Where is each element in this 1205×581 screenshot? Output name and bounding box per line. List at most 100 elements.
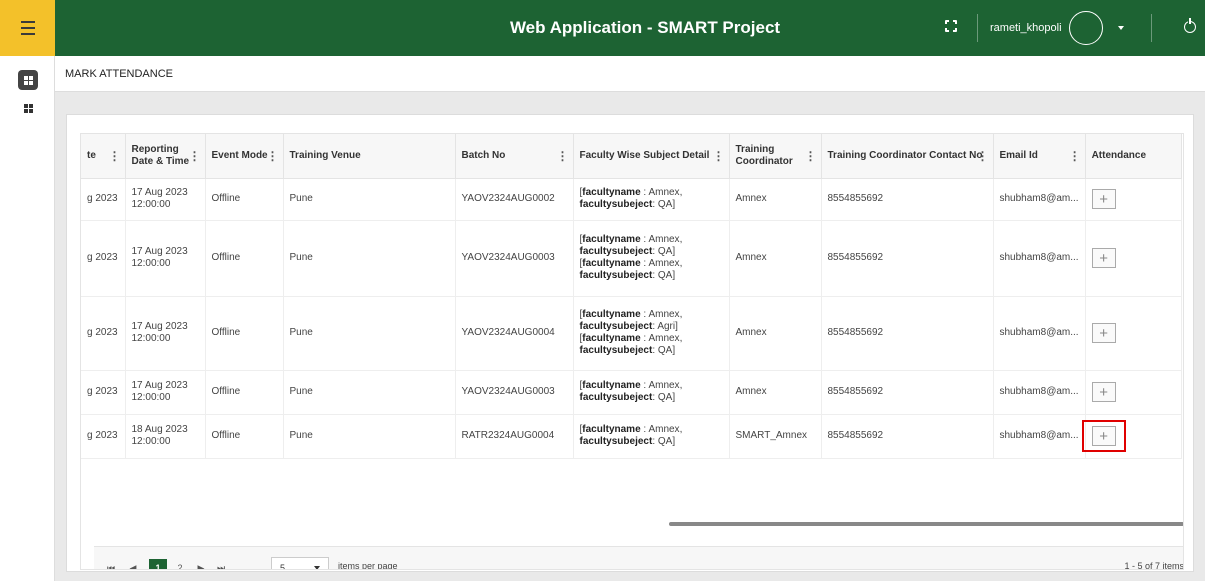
table-row: g 2023 17 Aug 2023 12:00:00 Offline Pune YAO… xyxy=(81,296,1182,371)
coordinator-cell: Amnex xyxy=(729,178,822,221)
venue-cell: Pune xyxy=(283,296,456,371)
username-label[interactable]: rameti_khopoli xyxy=(990,0,1062,56)
power-icon[interactable] xyxy=(1184,18,1196,33)
col-contact-header[interactable]: Training Coordinator Contact No ⋮ xyxy=(821,134,994,179)
contact-cell: 8554855692 xyxy=(821,414,994,459)
mark-attendance-button[interactable]: + xyxy=(1091,426,1116,446)
col-batch-header[interactable]: Batch No ⋮ xyxy=(455,134,574,179)
column-menu-icon[interactable]: ⋮ xyxy=(713,150,725,162)
dashboard-icon[interactable] xyxy=(18,70,38,90)
email-cell: shubham8@am... xyxy=(993,220,1086,297)
column-menu-icon[interactable]: ⋮ xyxy=(977,150,989,162)
top-bar: Web Application - SMART Project rameti_k… xyxy=(0,0,1205,56)
fullscreen-icon[interactable] xyxy=(944,19,958,33)
faculty-entry: facultysubeject: Agri] xyxy=(579,321,678,332)
avatar[interactable] xyxy=(1069,11,1103,45)
column-label: Training Coordinator Contact No xyxy=(827,149,983,161)
header-divider xyxy=(1151,14,1152,42)
event-mode-cell: Offline xyxy=(205,370,284,415)
faculty-cell: [facultyname : Amnex, facultysubeject: QA… xyxy=(573,370,730,415)
column-label: Training Venue xyxy=(289,149,361,161)
col-email-header[interactable]: Email Id ⋮ xyxy=(993,134,1086,179)
venue-cell: Pune xyxy=(283,220,456,297)
col-coordinator-header[interactable]: Training Coordinator ⋮ xyxy=(729,134,822,179)
coordinator-cell: Amnex xyxy=(729,296,822,371)
reporting-cell: 17 Aug 2023 12:00:00 xyxy=(125,296,206,371)
batch-cell: YAOV2324AUG0003 xyxy=(455,220,574,297)
dropdown-arrow-icon xyxy=(314,566,320,569)
page-size-select[interactable]: 5 xyxy=(271,557,329,570)
date-cell: g 2023 xyxy=(81,220,126,297)
app-header: Web Application - SMART Project rameti_k… xyxy=(55,0,1205,56)
faculty-entry: facultysubeject: QA] xyxy=(579,270,676,281)
faculty-entry: [facultyname : Amnex, xyxy=(579,258,683,269)
col-venue-header[interactable]: Training Venue xyxy=(283,134,456,179)
column-menu-icon[interactable]: ⋮ xyxy=(267,150,279,162)
attendance-cell: + xyxy=(1085,296,1182,371)
email-cell: shubham8@am... xyxy=(993,296,1086,371)
mark-attendance-button[interactable]: + xyxy=(1091,189,1116,209)
contact-cell: 8554855692 xyxy=(821,370,994,415)
column-label: Email Id xyxy=(999,149,1038,161)
column-menu-icon[interactable]: ⋮ xyxy=(557,150,569,162)
faculty-entry: facultysubeject: QA] xyxy=(579,246,676,257)
coordinator-cell: SMART_Amnex xyxy=(729,414,822,459)
highlight-box: + xyxy=(1081,420,1126,452)
column-menu-icon[interactable]: ⋮ xyxy=(109,150,121,162)
venue-cell: Pune xyxy=(283,178,456,221)
coordinator-cell: Amnex xyxy=(729,370,822,415)
contact-cell: 8554855692 xyxy=(821,220,994,297)
faculty-cell: [facultyname : Amnex, facultysubeject: QA… xyxy=(573,220,730,297)
mark-attendance-button[interactable]: + xyxy=(1091,323,1116,343)
hamburger-icon xyxy=(20,19,35,37)
email-cell: shubham8@am... xyxy=(993,178,1086,221)
batch-cell: RATR2324AUG0004 xyxy=(455,414,574,459)
date-cell: g 2023 xyxy=(81,296,126,371)
last-page-icon[interactable]: ⏭ xyxy=(212,559,230,569)
col-reporting-header[interactable]: Reporting Date & Time ⋮ xyxy=(125,134,206,179)
faculty-cell: [facultyname : Amnex, facultysubeject: Ag… xyxy=(573,296,730,371)
column-label: Batch No xyxy=(461,149,506,161)
column-label: Event Mode xyxy=(211,149,268,161)
page-title: MARK ATTENDANCE xyxy=(65,68,173,80)
attendance-cell: + xyxy=(1085,370,1182,415)
col-faculty-header[interactable]: Faculty Wise Subject Detail ⋮ xyxy=(573,134,730,179)
col-attendance-header[interactable]: Attendance xyxy=(1085,134,1182,179)
faculty-entry: [facultyname : Amnex, xyxy=(579,380,683,391)
page-size-value: 5 xyxy=(280,563,286,570)
venue-cell: Pune xyxy=(283,370,456,415)
header-divider xyxy=(977,14,978,42)
contact-cell: 8554855692 xyxy=(821,296,994,371)
prev-page-icon[interactable]: ◀ xyxy=(124,559,142,569)
event-mode-cell: Offline xyxy=(205,296,284,371)
event-mode-cell: Offline xyxy=(205,414,284,459)
grid-menu-icon[interactable] xyxy=(24,104,33,113)
chevron-down-icon[interactable] xyxy=(1118,26,1124,30)
next-page-icon[interactable]: ▶ xyxy=(192,559,210,569)
column-label: Attendance xyxy=(1091,149,1147,161)
page-2-button[interactable]: 2 xyxy=(171,559,189,569)
page-1-button[interactable]: 1 xyxy=(149,559,167,569)
email-cell: shubham8@am... xyxy=(993,414,1086,459)
batch-cell: YAOV2324AUG0002 xyxy=(455,178,574,221)
horizontal-scrollbar[interactable] xyxy=(669,522,1183,526)
column-menu-icon[interactable]: ⋮ xyxy=(189,150,201,162)
attendance-grid: te ⋮ Reporting Date & Time ⋮ Event Mode ⋮ Trai… xyxy=(80,133,1184,570)
menu-toggle-button[interactable] xyxy=(0,0,55,56)
reporting-cell: 18 Aug 2023 12:00:00 xyxy=(125,414,206,459)
faculty-entry: facultysubeject: QA] xyxy=(579,345,676,356)
faculty-entry: [facultyname : Amnex, xyxy=(579,234,683,245)
col-event-mode-header[interactable]: Event Mode ⋮ xyxy=(205,134,284,179)
first-page-icon[interactable]: ⏮ xyxy=(102,559,120,569)
faculty-entry: [facultyname : Amnex, xyxy=(579,424,683,435)
mark-attendance-button[interactable]: + xyxy=(1091,248,1116,268)
column-menu-icon[interactable]: ⋮ xyxy=(1069,150,1081,162)
col-date-header[interactable]: te ⋮ xyxy=(81,134,126,179)
column-menu-icon[interactable]: ⋮ xyxy=(805,150,817,162)
attendance-table: te ⋮ Reporting Date & Time ⋮ Event Mode ⋮ Trai… xyxy=(81,134,1182,459)
faculty-cell: [facultyname : Amnex, facultysubeject: QA… xyxy=(573,178,730,221)
coordinator-cell: Amnex xyxy=(729,220,822,297)
reporting-cell: 17 Aug 2023 12:00:00 xyxy=(125,370,206,415)
mark-attendance-button[interactable]: + xyxy=(1091,382,1116,402)
table-row: g 2023 17 Aug 2023 12:00:00 Offline Pune YAO… xyxy=(81,178,1182,221)
